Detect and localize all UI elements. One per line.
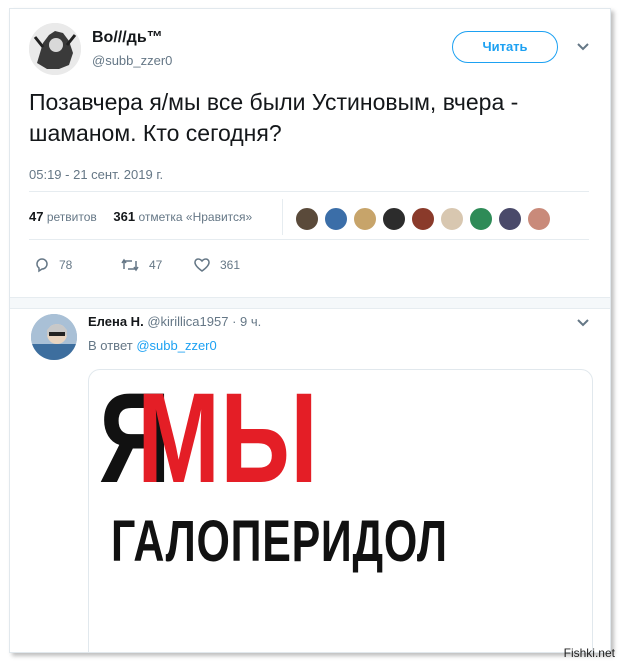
- divider: [29, 239, 589, 240]
- image-word: МЫ: [137, 369, 318, 510]
- reply-author-name[interactable]: Елена Н.: [88, 314, 144, 329]
- reply-separator: [10, 297, 610, 309]
- reply-author-handle[interactable]: @kirillica1957: [147, 314, 228, 329]
- tweet-text: Позавчера я/мы все были Устиновым, вчера…: [29, 89, 519, 146]
- in-reply-to: В ответ @subb_zzer0: [88, 338, 217, 353]
- liker-avatar[interactable]: [295, 207, 319, 231]
- like-count: 361: [220, 258, 241, 272]
- likes-stat[interactable]: 361 отметка «Нравится»: [113, 209, 252, 224]
- retweet-icon: [121, 258, 139, 272]
- liker-avatar[interactable]: [411, 207, 435, 231]
- follow-button[interactable]: Читать: [452, 31, 558, 63]
- like-action[interactable]: 361: [193, 257, 240, 273]
- liker-avatar[interactable]: [527, 207, 551, 231]
- divider: [29, 191, 589, 192]
- tweet-timestamp[interactable]: 05:19 - 21 сент. 2019 г.: [29, 167, 163, 182]
- liker-avatar[interactable]: [382, 207, 406, 231]
- retweet-count: 47: [149, 258, 163, 272]
- chevron-down-icon[interactable]: [576, 42, 590, 52]
- in-reply-to-handle[interactable]: @subb_zzer0: [136, 338, 216, 353]
- liker-avatar[interactable]: [498, 207, 522, 231]
- liker-avatar[interactable]: [469, 207, 493, 231]
- watermark: Fishki.net: [563, 646, 615, 660]
- retweets-stat[interactable]: 47 ретвитов: [29, 209, 97, 224]
- retweet-action[interactable]: 47: [120, 257, 162, 273]
- liker-avatar[interactable]: [440, 207, 464, 231]
- author-handle[interactable]: @subb_zzer0: [92, 53, 172, 68]
- reply-count: 78: [59, 258, 73, 272]
- heart-icon: [194, 258, 210, 272]
- tweet-stats: 47 ретвитов 361 отметка «Нравится»: [29, 209, 252, 224]
- reply-header: Елена Н. @kirillica1957 · 9 ч.: [88, 314, 261, 329]
- author-name[interactable]: Во///дь™: [92, 29, 163, 47]
- reply-icon: [36, 258, 48, 273]
- divider: [282, 199, 283, 235]
- chevron-down-icon[interactable]: [576, 318, 590, 328]
- author-avatar[interactable]: [29, 23, 81, 75]
- reply-avatar[interactable]: [31, 314, 77, 360]
- reply-action[interactable]: 78: [34, 257, 72, 273]
- liker-avatar[interactable]: [324, 207, 348, 231]
- image-caption: ГАЛОПЕРИДОЛ: [111, 509, 448, 574]
- reply-image[interactable]: Я МЫ ГАЛОПЕРИДОЛ: [88, 369, 593, 652]
- liker-avatar[interactable]: [353, 207, 377, 231]
- tweet-card: Во///дь™ @subb_zzer0 Читать Позавчера я/…: [9, 8, 611, 653]
- reply-time[interactable]: · 9 ч.: [232, 314, 261, 329]
